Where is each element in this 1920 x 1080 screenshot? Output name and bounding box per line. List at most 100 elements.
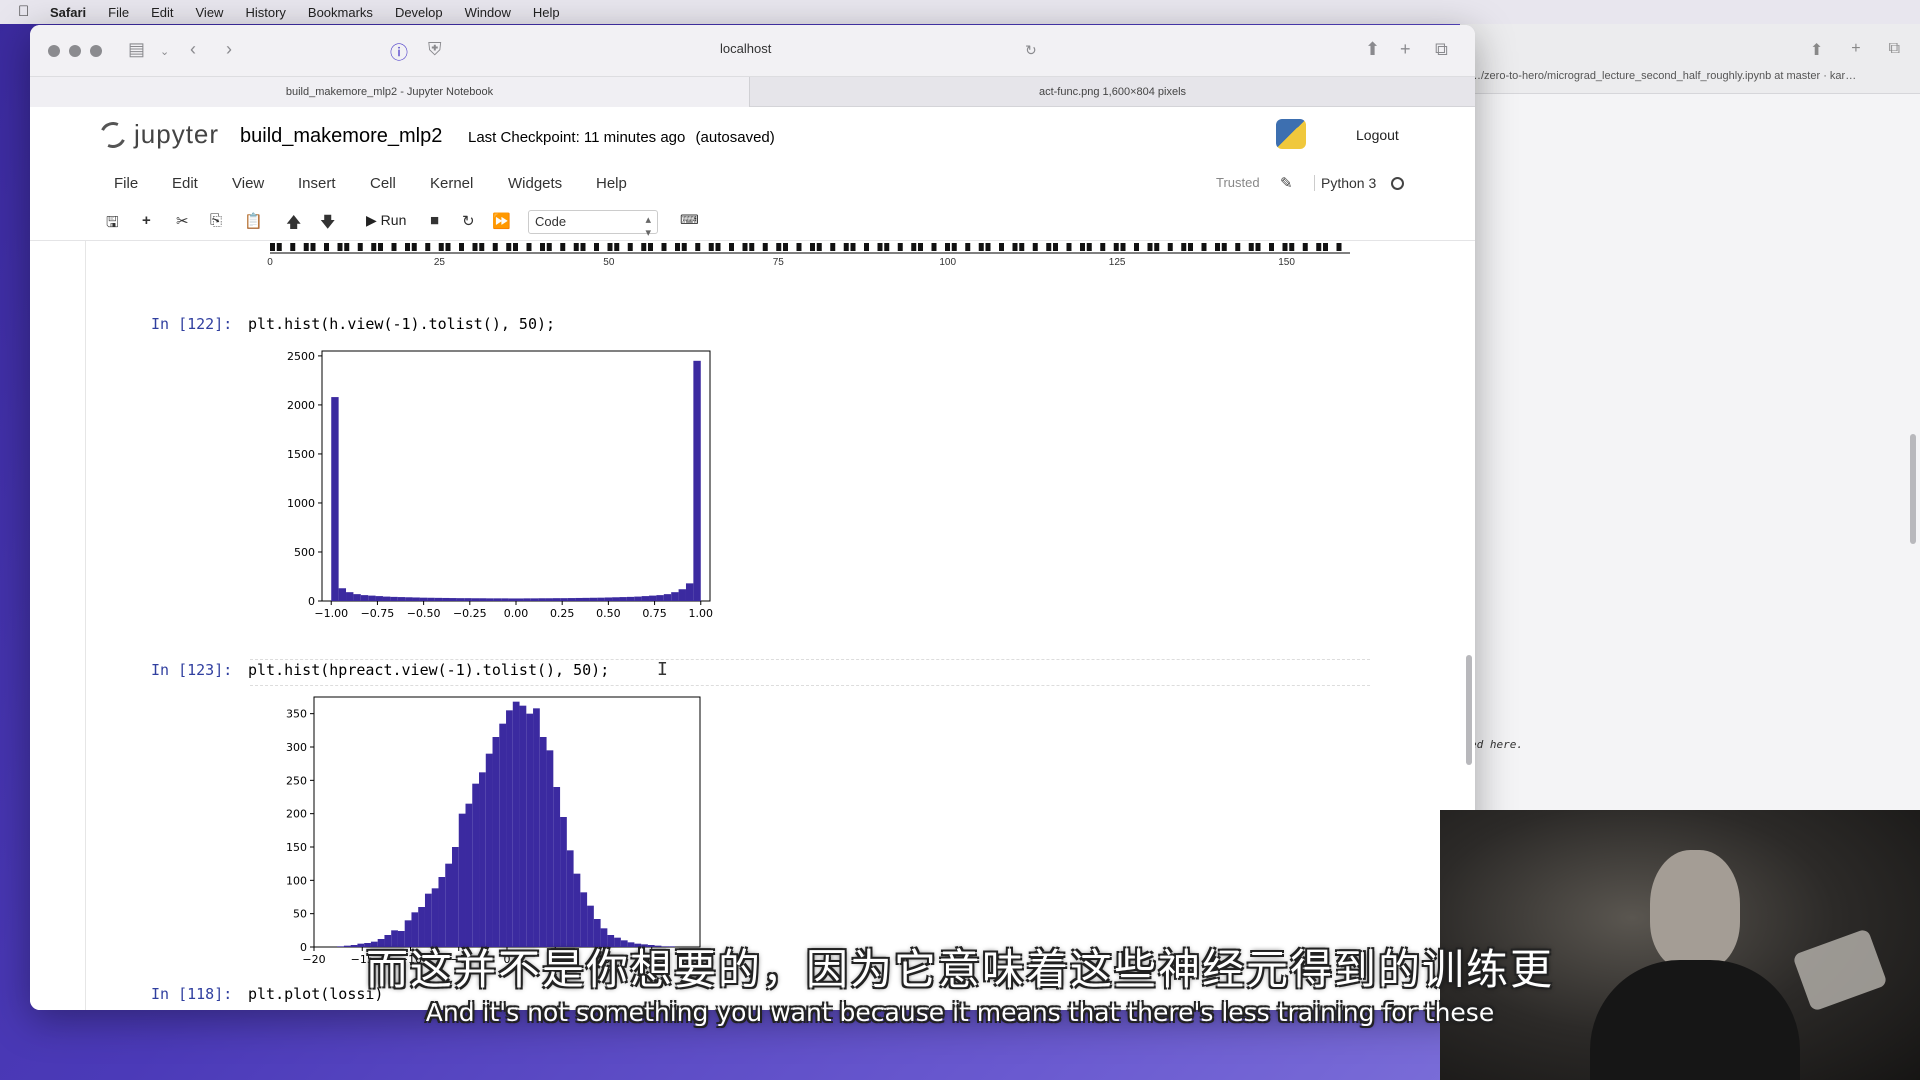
jupyter-toolbar: 🖫 + ✂ ⎘ 📋 🡅 🡇 ▶ Run ■ ↻ ⏩ Code ▴ ▾ ⌨ (30, 203, 1475, 241)
menu-edit[interactable]: Edit (151, 5, 173, 20)
apple-icon[interactable]:  (18, 4, 32, 20)
menu-file[interactable]: File (108, 5, 129, 20)
menu-history[interactable]: History (245, 5, 285, 20)
strip-pixel (1167, 243, 1173, 251)
cell-type-select[interactable]: Code ▴ ▾ (528, 210, 658, 239)
cut-icon[interactable]: ✂ (176, 212, 189, 230)
cell-separator (250, 659, 1370, 660)
nb-menu-insert[interactable]: Insert (298, 175, 336, 192)
paste-icon[interactable]: 📋 (244, 212, 263, 230)
strip-pixel (810, 243, 815, 251)
nb-menu-help[interactable]: Help (596, 175, 627, 192)
histogram-bar (533, 708, 540, 947)
strip-pixel (1323, 243, 1328, 251)
notebook-title[interactable]: build_makemore_mlp2 (240, 125, 442, 148)
strip-pixel (391, 243, 397, 251)
subtitle-chinese: 而这并不是你想要的，因为它意味着这些神经元得到的训练更 (365, 945, 1554, 994)
extension-icon[interactable]: ⓘ (390, 39, 408, 65)
close-window-button[interactable] (48, 45, 60, 57)
cell-code[interactable]: plt.hist(hpreact.view(-1).tolist(), 50); (248, 661, 609, 679)
stop-icon[interactable]: ■ (430, 212, 439, 229)
strip-pixel (290, 243, 296, 251)
strip-pixel (762, 243, 768, 251)
edit-pencil-icon[interactable]: ✎ (1280, 174, 1293, 192)
menu-safari[interactable]: Safari (50, 5, 86, 20)
strip-pixel (661, 243, 667, 251)
nb-menu-view[interactable]: View (232, 175, 264, 192)
forward-icon[interactable]: › (226, 39, 232, 60)
histogram-bar (458, 813, 466, 947)
y-tick-label: 200 (286, 808, 307, 821)
histogram-bar (390, 596, 398, 601)
tabs-overview-icon[interactable]: ⧉ (1435, 39, 1448, 60)
back-icon[interactable]: ‹ (190, 39, 196, 60)
strip-pixel (445, 243, 451, 251)
nb-menu-widgets[interactable]: Widgets (508, 175, 562, 192)
strip-pixel (708, 243, 714, 251)
menu-bookmarks[interactable]: Bookmarks (308, 5, 373, 20)
strip-pixel (978, 243, 984, 251)
new-tab-icon[interactable]: + (1400, 39, 1411, 60)
strip-pixel (1289, 243, 1295, 251)
cell-prompt: In [122]: (151, 315, 233, 333)
tab-notebook[interactable]: build_makemore_mlp2 - Jupyter Notebook (30, 77, 750, 107)
strip-pixel (270, 243, 275, 251)
kernel-name[interactable]: Python 3 (1314, 175, 1376, 191)
zoom-window-button[interactable] (90, 45, 102, 57)
strip-pixel (472, 243, 478, 251)
save-icon[interactable]: 🖫 (106, 212, 119, 237)
strip-pixel (816, 243, 822, 251)
strip-pixel (594, 243, 599, 251)
y-tick-label: 100 (286, 874, 307, 887)
cell-code[interactable]: plt.hist(h.view(-1).tolist(), 50); (248, 315, 555, 333)
new-tab-icon[interactable]: + (1851, 40, 1860, 60)
fast-forward-icon[interactable]: ⏩ (492, 212, 511, 230)
share-icon[interactable]: ⬆ (1365, 39, 1380, 60)
strip-pixel (1188, 243, 1193, 251)
nb-menu-cell[interactable]: Cell (370, 175, 396, 192)
strip-pixel (965, 243, 971, 251)
jupyter-logo[interactable]: jupyter (96, 117, 219, 152)
nb-menu-edit[interactable]: Edit (172, 175, 198, 192)
logout-button[interactable]: Logout (1340, 119, 1415, 151)
histogram-bar (693, 360, 701, 601)
histogram-bar (649, 595, 657, 601)
tabs-overview-icon[interactable]: ⧉ (1889, 40, 1900, 60)
histogram-bar (449, 598, 457, 601)
tab-image[interactable]: act-func.png 1,600×804 pixels (750, 77, 1475, 107)
share-icon[interactable]: ⬆ (1810, 40, 1823, 60)
sidebar-icon[interactable]: ▤ (128, 39, 145, 60)
menu-window[interactable]: Window (465, 5, 511, 20)
tab-bar: build_makemore_mlp2 - Jupyter Notebook a… (30, 77, 1475, 107)
reload-icon[interactable]: ↻ (1025, 42, 1037, 59)
keyboard-icon[interactable]: ⌨ (680, 212, 699, 228)
histogram-bar (539, 737, 547, 947)
background-tab-label[interactable]: …/zero-to-hero/micrograd_lecture_second_… (1470, 70, 1856, 82)
minimize-window-button[interactable] (69, 45, 81, 57)
notebook-scrollbar[interactable] (1466, 655, 1472, 765)
run-button[interactable]: ▶ Run (366, 212, 406, 229)
move-down-icon[interactable]: 🡇 (320, 212, 335, 237)
move-up-icon[interactable]: 🡅 (286, 212, 301, 237)
copy-icon[interactable]: ⎘ (210, 212, 222, 229)
subtitle-english: And it's not something you want because … (425, 998, 1495, 1027)
nb-menu-kernel[interactable]: Kernel (430, 175, 473, 192)
menu-help[interactable]: Help (533, 5, 560, 20)
strip-pixel (1255, 243, 1261, 251)
shield-icon[interactable]: ⛨ (428, 39, 442, 60)
address-bar[interactable]: localhost (720, 41, 771, 56)
chevron-down-icon[interactable]: ⌄ (160, 45, 169, 58)
strip-pixel (742, 243, 748, 251)
strip-pixel (607, 243, 613, 251)
background-scrollbar[interactable] (1910, 434, 1916, 544)
trusted-indicator[interactable]: Trusted (1216, 175, 1260, 190)
histogram-bar (619, 597, 627, 601)
insert-cell-icon[interactable]: + (142, 212, 151, 229)
menu-develop[interactable]: Develop (395, 5, 443, 20)
menu-view[interactable]: View (196, 5, 224, 20)
strip-pixel (344, 243, 350, 251)
notebook-body[interactable]: 0255075100125150175 In [122]: plt.hist(h… (30, 241, 1475, 1010)
nb-menu-file[interactable]: File (114, 175, 138, 192)
restart-icon[interactable]: ↻ (462, 212, 475, 230)
background-browser-window[interactable]: ⬆ + ⧉ …/zero-to-hero/micrograd_lecture_s… (1460, 24, 1920, 824)
